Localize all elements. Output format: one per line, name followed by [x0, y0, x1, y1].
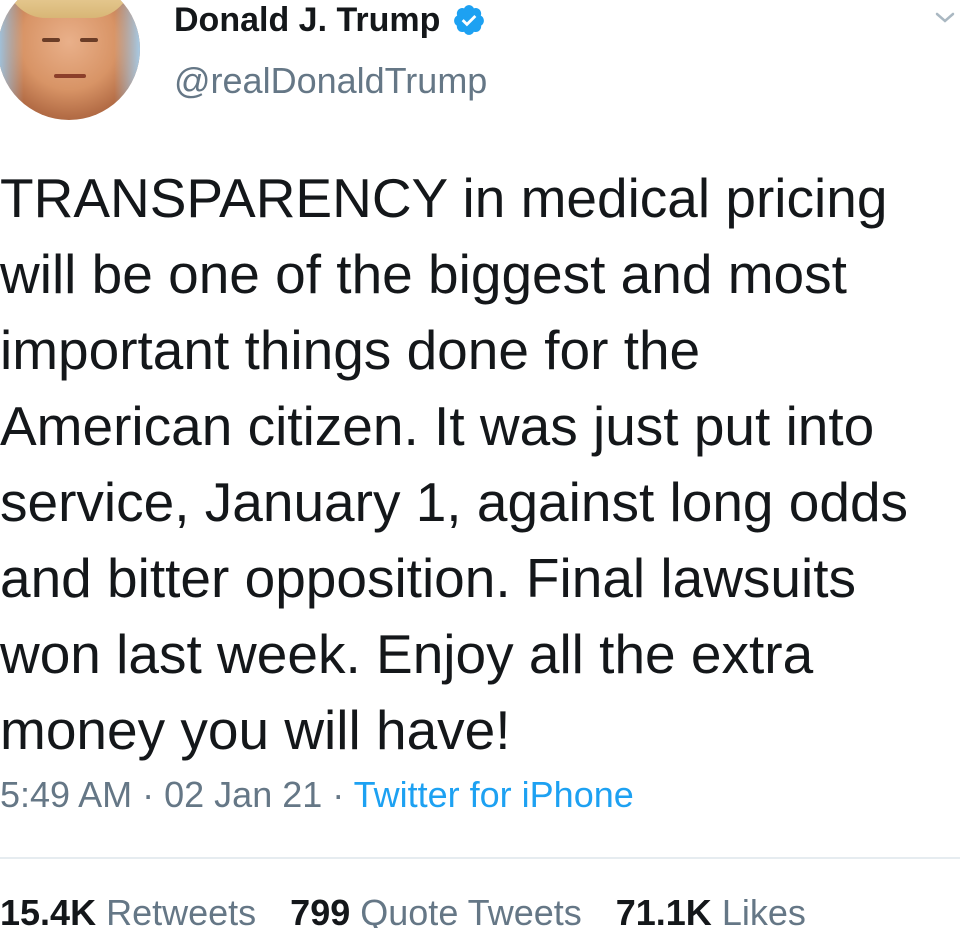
- avatar[interactable]: [0, 0, 140, 120]
- author-name-row[interactable]: Donald J. Trump: [174, 0, 486, 40]
- divider: [0, 857, 960, 859]
- tweet-meta: 5:49 AM · 02 Jan 21 · Twitter for iPhone: [0, 774, 634, 816]
- likes-count: 71.1K: [615, 892, 712, 928]
- tweet-date[interactable]: 02 Jan 21: [164, 774, 322, 815]
- avatar-background: [0, 0, 140, 120]
- tweet-text-line: and bitter opposition. Final lawsuits: [0, 547, 857, 609]
- verified-badge-icon: [452, 3, 486, 37]
- tweet-text-line: money you will have!: [0, 699, 511, 761]
- meta-separator: ·: [142, 774, 155, 815]
- retweets-count: 15.4K: [0, 892, 97, 928]
- tweet-stats: 15.4K Retweets 799 Quote Tweets 71.1K Li…: [0, 892, 840, 928]
- tweet-text-line: important things done for the: [0, 319, 701, 381]
- tweet-text-line: won last week. Enjoy all the extra: [0, 623, 814, 685]
- likes-label: Likes: [721, 892, 806, 928]
- tweet-text-line: will be one of the biggest and most: [0, 243, 847, 305]
- quote-tweets-stat[interactable]: 799 Quote Tweets: [290, 892, 582, 928]
- avatar-eye-left: [42, 38, 60, 42]
- tweet-text-line: service, January 1, against long odds: [0, 471, 909, 533]
- avatar-eye-right: [80, 38, 98, 42]
- retweets-stat[interactable]: 15.4K Retweets: [0, 892, 256, 928]
- likes-stat[interactable]: 71.1K Likes: [616, 892, 806, 928]
- quote-tweets-label: Quote Tweets: [360, 892, 582, 928]
- quote-tweets-count: 799: [290, 892, 351, 928]
- tweet-detail: Donald J. Trump @realDonaldTrump TRANSPA…: [0, 0, 960, 928]
- meta-separator: ·: [332, 774, 345, 815]
- retweets-label: Retweets: [106, 892, 257, 928]
- tweet-time[interactable]: 5:49 AM: [0, 774, 132, 815]
- tweet-source-link[interactable]: Twitter for iPhone: [354, 774, 634, 815]
- tweet-text-line: TRANSPARENCY in medical pricing: [0, 167, 888, 229]
- tweet-text: TRANSPARENCY in medical pricing will be …: [0, 160, 960, 768]
- chevron-down-icon[interactable]: [934, 6, 956, 28]
- author-handle[interactable]: @realDonaldTrump: [174, 60, 487, 102]
- author-name[interactable]: Donald J. Trump: [174, 1, 440, 40]
- tweet-text-line: American citizen. It was just put into: [0, 395, 875, 457]
- avatar-mouth: [54, 74, 86, 78]
